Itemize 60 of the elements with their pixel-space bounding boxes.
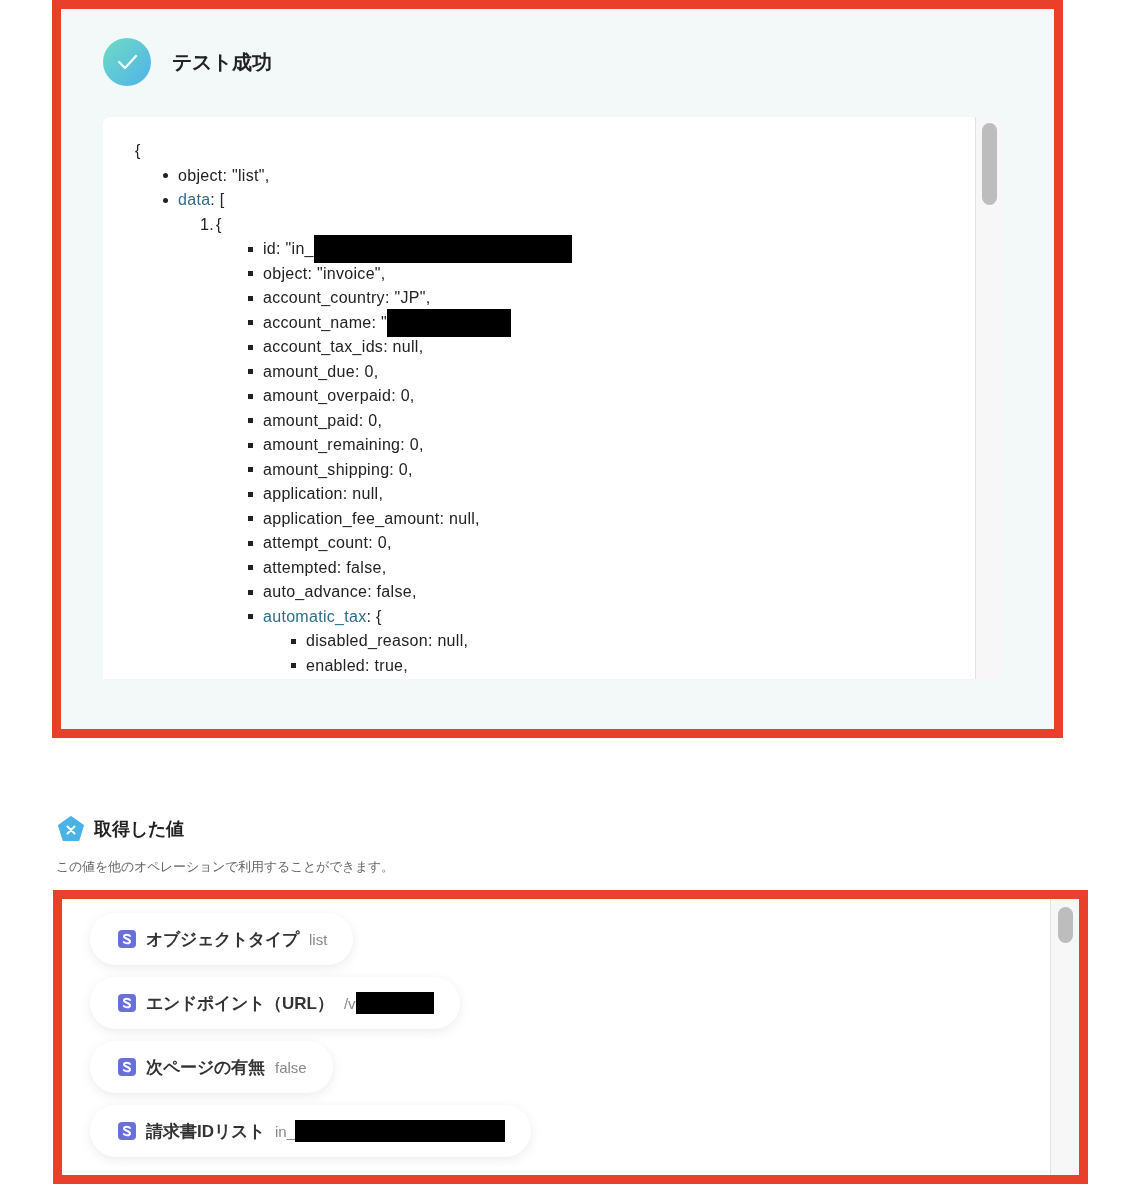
result-title: テスト成功 — [172, 49, 272, 75]
check-icon — [103, 38, 151, 86]
bullet-icon — [248, 393, 253, 399]
value-chip[interactable]: 次ページの有無 false — [90, 1041, 333, 1093]
json-line: : { — [366, 607, 382, 626]
json-line: { — [216, 215, 222, 234]
json-line: attempt_count: 0, — [263, 534, 392, 553]
section-description: この値を他のオペレーションで利用することができます。 — [56, 858, 395, 876]
json-line: disabled_reason: null, — [306, 632, 469, 651]
value-chip[interactable]: 請求書IDリスト in_ — [90, 1105, 532, 1157]
scrollbar[interactable] — [975, 117, 1002, 679]
bullet-icon — [248, 467, 253, 473]
json-line: amount_remaining: 0, — [263, 436, 424, 455]
json-line: object: "list", — [178, 166, 270, 185]
bullet-icon — [248, 442, 253, 448]
value-chip[interactable]: オブジェクトタイプ list — [90, 913, 354, 965]
bullet-icon — [248, 271, 253, 277]
json-line: application: null, — [263, 485, 384, 504]
json-line: amount_overpaid: 0, — [263, 387, 415, 406]
bullet-icon — [291, 638, 296, 644]
bullet-icon — [248, 589, 253, 595]
s-icon — [118, 1122, 136, 1140]
bullet-icon — [248, 246, 253, 252]
bullet-icon — [248, 516, 253, 522]
bullet-icon — [291, 663, 296, 669]
json-line: id: "in_ — [263, 240, 314, 259]
json-line: attempted: false, — [263, 558, 387, 577]
bullet-icon — [163, 173, 168, 179]
s-icon — [118, 930, 136, 948]
json-line: auto_advance: false, — [263, 583, 417, 602]
json-line: enabled: true, — [306, 656, 409, 675]
bullet-icon — [248, 418, 253, 424]
scrollbar[interactable] — [1050, 899, 1079, 1175]
json-line: amount_paid: 0, — [263, 411, 383, 430]
json-line: amount_shipping: 0, — [263, 460, 413, 479]
json-line: account_country: "JP", — [263, 289, 431, 308]
value-chip[interactable]: エンドポイント（URL） /v — [90, 977, 460, 1029]
list-number: 1. — [200, 215, 215, 234]
json-key-link[interactable]: data — [178, 191, 211, 210]
s-icon — [118, 1058, 136, 1076]
bullet-icon — [248, 491, 253, 497]
bullet-icon — [248, 565, 253, 571]
bullet-icon — [248, 344, 253, 350]
bullet-icon — [248, 320, 253, 326]
s-icon — [118, 994, 136, 1012]
json-line: object: "invoice", — [263, 264, 386, 283]
json-line: account_tax_ids: null, — [263, 338, 424, 357]
bullet-icon — [248, 614, 253, 620]
variable-icon — [58, 816, 84, 842]
json-key-link[interactable]: automatic_tax — [263, 607, 367, 626]
bullet-icon — [248, 369, 253, 375]
section-title: 取得した値 — [94, 818, 184, 841]
json-line: amount_due: 0, — [263, 362, 379, 381]
bullet-icon — [248, 540, 253, 546]
json-line: application_fee_amount: null, — [263, 509, 480, 528]
json-line: : [ — [210, 191, 225, 210]
bullet-icon — [248, 295, 253, 301]
bullet-icon — [163, 197, 168, 203]
json-line: { — [135, 142, 141, 161]
json-line: account_name: " — [263, 313, 388, 332]
